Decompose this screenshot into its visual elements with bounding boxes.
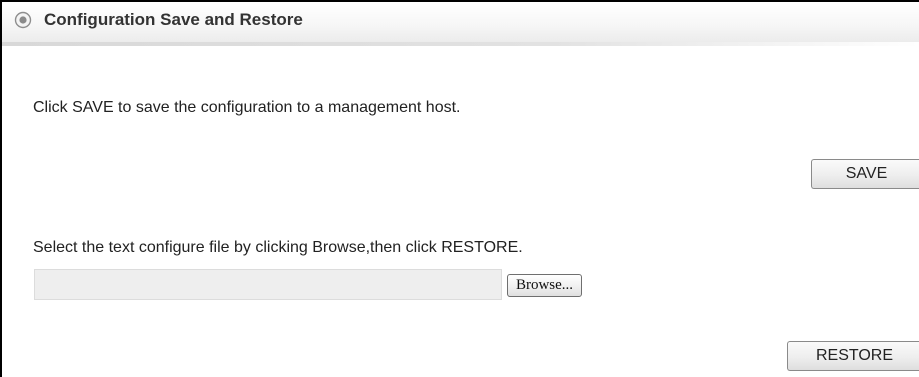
browse-button[interactable]: Browse... — [507, 274, 582, 297]
header-divider — [2, 42, 919, 46]
radio-target-icon — [14, 11, 32, 29]
file-path-input[interactable] — [34, 269, 502, 300]
config-panel: Configuration Save and Restore Click SAV… — [0, 0, 919, 377]
panel-header: Configuration Save and Restore — [2, 2, 919, 42]
save-button[interactable]: SAVE — [811, 159, 919, 189]
restore-button[interactable]: RESTORE — [787, 341, 919, 371]
panel-title: Configuration Save and Restore — [44, 10, 303, 29]
restore-description: Select the text configure file by clicki… — [33, 239, 523, 256]
save-description: Click SAVE to save the configuration to … — [33, 99, 461, 116]
